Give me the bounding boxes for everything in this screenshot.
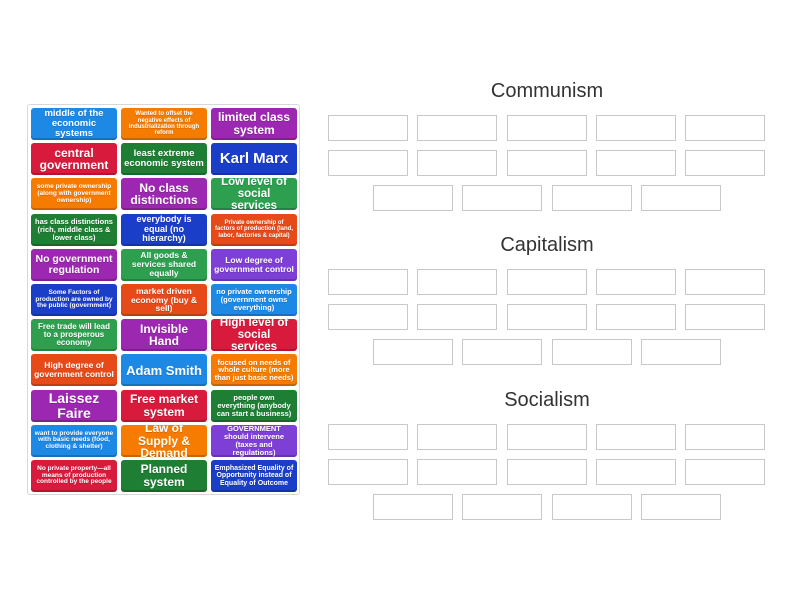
- drop-slot-socialism-11[interactable]: [462, 494, 543, 520]
- tile-24[interactable]: Laissez Faire: [31, 389, 117, 422]
- tile-6[interactable]: some private ownership (along with gover…: [31, 178, 117, 211]
- drop-slot-socialism-13[interactable]: [640, 494, 721, 520]
- tile-12[interactable]: No government regulation: [31, 248, 117, 281]
- drop-slot-capitalism-4[interactable]: [685, 269, 766, 295]
- drop-slot-capitalism-6[interactable]: [417, 304, 498, 330]
- tile-27[interactable]: want to provide everyone with basic need…: [31, 424, 117, 457]
- drop-slot-capitalism-3[interactable]: [595, 269, 676, 295]
- drop-slot-capitalism-5[interactable]: [328, 304, 408, 330]
- drop-slot-capitalism-8[interactable]: [595, 304, 676, 330]
- drop-slot-capitalism-7[interactable]: [506, 304, 587, 330]
- drop-slot-capitalism-0[interactable]: [328, 269, 408, 295]
- drop-slot-capitalism-2[interactable]: [506, 269, 587, 295]
- drop-slot-communism-10[interactable]: [373, 185, 453, 211]
- tile-9[interactable]: has class distinctions (rich, middle cla…: [31, 213, 117, 246]
- tile-18[interactable]: Free trade will lead to a prosperous eco…: [31, 319, 117, 352]
- tile-29[interactable]: GOVERNMENT should intervene (taxes and r…: [211, 425, 297, 457]
- drop-slot-communism-2[interactable]: [506, 115, 587, 141]
- drop-slot-communism-4[interactable]: [685, 115, 766, 141]
- drop-slot-communism-8[interactable]: [595, 150, 676, 176]
- tile-17[interactable]: no private ownership (government owns ev…: [211, 284, 297, 316]
- drop-slot-capitalism-13[interactable]: [640, 339, 721, 365]
- drop-slot-socialism-2[interactable]: [506, 424, 587, 450]
- tile-1[interactable]: Wanted to offset the negative effects of…: [121, 108, 207, 140]
- drop-slot-socialism-7[interactable]: [506, 459, 587, 485]
- drop-slot-communism-11[interactable]: [462, 185, 543, 211]
- drop-slot-socialism-8[interactable]: [595, 459, 676, 485]
- tile-28[interactable]: Law of Supply & Demand: [121, 422, 207, 459]
- tile-30[interactable]: No private property—all means of product…: [31, 460, 117, 492]
- drop-slot-capitalism-9[interactable]: [685, 304, 766, 330]
- group-title-capitalism: Capitalism: [500, 234, 594, 256]
- drop-slot-communism-5[interactable]: [328, 150, 408, 176]
- tile-32[interactable]: Emphasized Equality of Opportunity inste…: [211, 460, 297, 492]
- drop-slot-socialism-12[interactable]: [551, 494, 632, 520]
- tile-14[interactable]: Low degree of government control: [211, 248, 297, 281]
- tile-25[interactable]: Free market system: [121, 389, 207, 422]
- drop-slot-socialism-3[interactable]: [595, 424, 676, 450]
- drop-slot-communism-13[interactable]: [640, 185, 721, 211]
- drop-slot-capitalism-11[interactable]: [462, 339, 543, 365]
- tile-13[interactable]: All goods & services shared equally: [121, 248, 207, 281]
- tile-26[interactable]: people own everything (anybody can start…: [211, 389, 297, 422]
- drop-slot-capitalism-12[interactable]: [551, 339, 632, 365]
- tile-11[interactable]: Private ownership of factors of producti…: [211, 213, 297, 246]
- drop-slot-communism-1[interactable]: [417, 115, 498, 141]
- group-title-communism: Communism: [490, 80, 604, 102]
- drop-slot-socialism-6[interactable]: [417, 459, 498, 485]
- drop-slot-communism-0[interactable]: [328, 115, 408, 141]
- drop-slot-socialism-5[interactable]: [328, 459, 408, 485]
- drop-slot-socialism-10[interactable]: [373, 494, 453, 520]
- drop-slot-capitalism-10[interactable]: [373, 339, 453, 365]
- tile-2[interactable]: limited class system: [211, 108, 297, 140]
- tile-23[interactable]: focused on needs of whole culture (more …: [211, 354, 297, 387]
- tile-10[interactable]: everybody is equal (no hierarchy): [121, 213, 207, 246]
- tile-19[interactable]: Invisible Hand: [121, 319, 207, 352]
- tile-3[interactable]: central government: [31, 143, 117, 176]
- tile-15[interactable]: Some Factors of production are owned by …: [31, 284, 117, 316]
- tile-8[interactable]: Low level of social services: [211, 176, 297, 212]
- tile-31[interactable]: Planned system: [121, 460, 207, 492]
- group-title-socialism: Socialism: [504, 389, 590, 411]
- tile-20[interactable]: High level of social services: [211, 317, 297, 353]
- tile-bank: middle of the economic systems Wanted to …: [27, 104, 300, 495]
- drop-slot-socialism-1[interactable]: [417, 424, 498, 450]
- drop-slot-communism-12[interactable]: [551, 185, 632, 211]
- tile-0[interactable]: middle of the economic systems: [31, 108, 117, 140]
- tile-21[interactable]: High degree of government control: [31, 354, 117, 387]
- tile-7[interactable]: No class distinctions: [121, 178, 207, 211]
- drop-slot-socialism-9[interactable]: [685, 459, 766, 485]
- drop-slot-capitalism-1[interactable]: [417, 269, 498, 295]
- drop-slot-socialism-4[interactable]: [685, 424, 766, 450]
- tile-4[interactable]: least extreme economic system: [121, 143, 207, 176]
- drop-slot-communism-3[interactable]: [595, 115, 676, 141]
- drop-slot-socialism-0[interactable]: [328, 424, 408, 450]
- drop-slot-communism-6[interactable]: [417, 150, 498, 176]
- tile-16[interactable]: market driven economy (buy & sell): [121, 284, 207, 316]
- drop-slot-communism-7[interactable]: [506, 150, 587, 176]
- tile-22[interactable]: Adam Smith: [121, 354, 207, 387]
- tile-5[interactable]: Karl Marx: [211, 143, 297, 176]
- drop-slot-communism-9[interactable]: [685, 150, 766, 176]
